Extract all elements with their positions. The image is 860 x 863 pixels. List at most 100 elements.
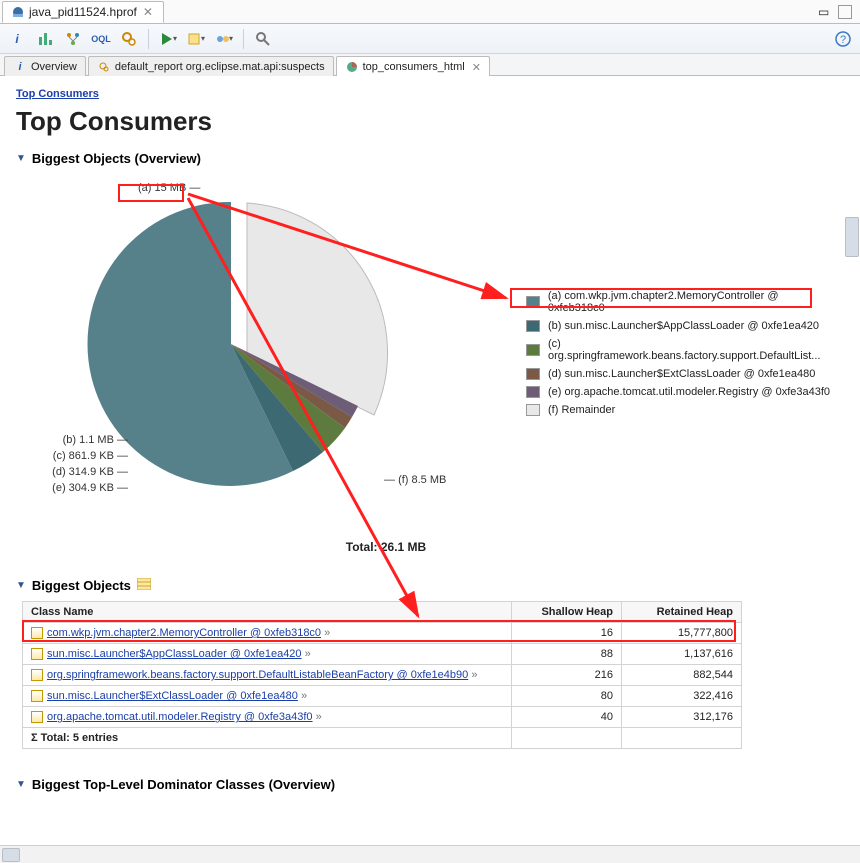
table-row[interactable]: org.springframework.beans.factory.suppor… xyxy=(23,665,742,686)
biggest-objects-table: Class Name Shallow Heap Retained Heap co… xyxy=(22,601,742,749)
scrollbar-thumb[interactable] xyxy=(2,848,20,862)
search-icon[interactable] xyxy=(254,30,272,48)
tree-icon[interactable] xyxy=(64,30,82,48)
class-icon xyxy=(31,669,43,681)
pie-label-c: (c) 861.9 KB — xyxy=(36,450,128,462)
section-label: Biggest Top-Level Dominator Classes (Ove… xyxy=(32,777,335,792)
close-icon[interactable]: ✕ xyxy=(141,5,155,19)
cell-shallow: 80 xyxy=(512,686,622,707)
separator xyxy=(148,29,149,49)
pie-label-a: (a) 15 MB — xyxy=(138,182,200,194)
tab-overview[interactable]: i Overview xyxy=(4,56,86,76)
class-icon xyxy=(31,711,43,723)
tab-top-consumers[interactable]: top_consumers_html ✕ xyxy=(336,56,490,76)
cell-class-name: com.wkp.jvm.chapter2.MemoryController @ … xyxy=(23,623,512,644)
compare-icon[interactable]: ▾ xyxy=(215,30,233,48)
col-retained-heap[interactable]: Retained Heap xyxy=(622,602,742,623)
class-link[interactable]: sun.misc.Launcher$AppClassLoader @ 0xfe1… xyxy=(47,648,302,660)
section-dominator-classes[interactable]: ▼ Biggest Top-Level Dominator Classes (O… xyxy=(16,777,846,792)
class-link[interactable]: com.wkp.jvm.chapter2.MemoryController @ … xyxy=(47,627,321,639)
collapse-icon: ▼ xyxy=(16,580,26,591)
page-title: Top Consumers xyxy=(16,106,846,137)
vertical-scrollbar[interactable] xyxy=(844,77,860,845)
report-icon xyxy=(97,60,111,74)
cell-class-name: sun.misc.Launcher$AppClassLoader @ 0xfe1… xyxy=(23,644,512,665)
breadcrumb: Top Consumers xyxy=(16,86,846,100)
svg-text:?: ? xyxy=(840,34,846,46)
legend-item: (b) sun.misc.Launcher$AppClassLoader @ 0… xyxy=(526,320,836,332)
section-biggest-objects[interactable]: ▼ Biggest Objects xyxy=(16,578,846,593)
editor-tab-row: java_pid11524.hprof ✕ ▭ xyxy=(0,0,860,24)
toolbar: i OQL ▾ ▾ ▾ ? xyxy=(0,24,860,54)
run-icon[interactable]: ▾ xyxy=(159,30,177,48)
histogram-icon[interactable] xyxy=(36,30,54,48)
info-icon[interactable]: i xyxy=(8,30,26,48)
class-icon xyxy=(31,627,43,639)
collapse-icon: ▼ xyxy=(16,153,26,164)
table-row[interactable]: org.apache.tomcat.util.modeler.Registry … xyxy=(23,707,742,728)
table-row[interactable]: sun.misc.Launcher$ExtClassLoader @ 0xfe1… xyxy=(23,686,742,707)
cell-shallow: 40 xyxy=(512,707,622,728)
editor-tab-title: java_pid11524.hprof xyxy=(29,5,137,19)
cell-shallow: 88 xyxy=(512,644,622,665)
pie-label-e: (e) 304.9 KB — xyxy=(36,482,128,494)
table-row[interactable]: sun.misc.Launcher$AppClassLoader @ 0xfe1… xyxy=(23,644,742,665)
legend-item: (a) com.wkp.jvm.chapter2.MemoryControlle… xyxy=(526,290,836,314)
horizontal-scrollbar[interactable] xyxy=(0,845,860,863)
cell-class-name: org.apache.tomcat.util.modeler.Registry … xyxy=(23,707,512,728)
class-link[interactable]: org.springframework.beans.factory.suppor… xyxy=(47,669,468,681)
legend-item: (e) org.apache.tomcat.util.modeler.Regis… xyxy=(526,386,836,398)
cell-retained: 15,777,800 xyxy=(622,623,742,644)
sub-tab-row: i Overview default_report org.eclipse.ma… xyxy=(0,54,860,76)
editor-tab[interactable]: java_pid11524.hprof ✕ xyxy=(2,1,164,23)
pie-icon xyxy=(345,60,359,74)
minimize-icon[interactable]: ▭ xyxy=(818,5,832,19)
tab-label: top_consumers_html xyxy=(363,61,465,73)
cell-class-name: sun.misc.Launcher$ExtClassLoader @ 0xfe1… xyxy=(23,686,512,707)
breadcrumb-link[interactable]: Top Consumers xyxy=(16,88,99,100)
class-icon xyxy=(31,648,43,660)
section-label: Biggest Objects (Overview) xyxy=(32,151,201,166)
col-class-name[interactable]: Class Name xyxy=(23,602,512,623)
cell-class-name: org.springframework.beans.factory.suppor… xyxy=(23,665,512,686)
pie-label-d: (d) 314.9 KB — xyxy=(36,466,128,478)
pie-label-b: (b) 1.1 MB — xyxy=(48,434,128,446)
oql-icon[interactable]: OQL xyxy=(92,30,110,48)
table-total: Σ Total: 5 entries xyxy=(23,728,512,749)
pie-legend: (a) com.wkp.jvm.chapter2.MemoryControlle… xyxy=(526,290,836,422)
col-shallow-heap[interactable]: Shallow Heap xyxy=(512,602,622,623)
maximize-icon[interactable] xyxy=(838,5,852,19)
section-label: Biggest Objects xyxy=(32,578,131,593)
class-icon xyxy=(31,690,43,702)
table-row[interactable]: com.wkp.jvm.chapter2.MemoryController @ … xyxy=(23,623,742,644)
legend-item: (f) Remainder xyxy=(526,404,836,416)
cell-shallow: 216 xyxy=(512,665,622,686)
help-icon[interactable]: ? xyxy=(834,30,852,48)
section-biggest-objects-overview[interactable]: ▼ Biggest Objects (Overview) xyxy=(16,151,846,166)
close-icon[interactable]: ✕ xyxy=(469,61,481,74)
legend-item: (c) org.springframework.beans.factory.su… xyxy=(526,338,836,362)
class-link[interactable]: sun.misc.Launcher$ExtClassLoader @ 0xfe1… xyxy=(47,690,298,702)
cell-shallow: 16 xyxy=(512,623,622,644)
heap-file-icon xyxy=(11,5,25,19)
class-link[interactable]: org.apache.tomcat.util.modeler.Registry … xyxy=(47,711,313,723)
collapse-icon: ▼ xyxy=(16,779,26,790)
pie-chart-area: (a) 15 MB — — (f) 8.5 MB (b) 1.1 MB — (c… xyxy=(26,174,836,544)
window-controls: ▭ xyxy=(818,5,860,19)
legend-item: (d) sun.misc.Launcher$ExtClassLoader @ 0… xyxy=(526,368,836,380)
tab-label: default_report org.eclipse.mat.api:suspe… xyxy=(115,61,325,73)
cell-retained: 312,176 xyxy=(622,707,742,728)
tab-default-report[interactable]: default_report org.eclipse.mat.api:suspe… xyxy=(88,56,334,76)
query-icon[interactable]: ▾ xyxy=(187,30,205,48)
gears-icon[interactable] xyxy=(120,30,138,48)
separator xyxy=(243,29,244,49)
scrollbar-thumb[interactable] xyxy=(845,217,859,257)
pie-label-f: — (f) 8.5 MB xyxy=(384,474,446,486)
cell-retained: 1,137,616 xyxy=(622,644,742,665)
cell-retained: 882,544 xyxy=(622,665,742,686)
cell-retained: 322,416 xyxy=(622,686,742,707)
content-area: Top Consumers Top Consumers ▼ Biggest Ob… xyxy=(0,76,860,862)
table-icon xyxy=(137,578,151,593)
info-icon: i xyxy=(13,60,27,74)
tab-label: Overview xyxy=(31,61,77,73)
